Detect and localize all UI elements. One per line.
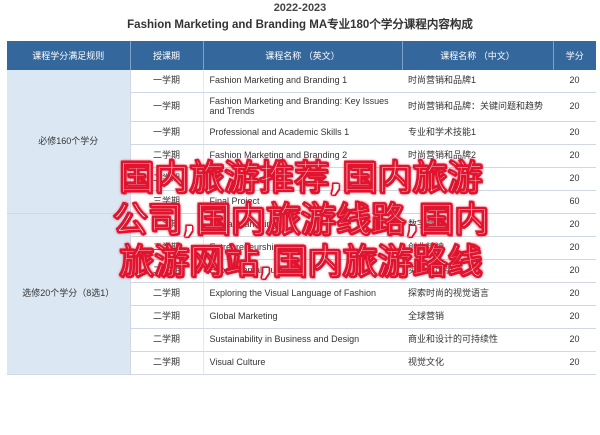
table-header-row: 课程学分满足规则 授课期 课程名称 （英文） 课程名称 （中文） 学分 [7,41,596,70]
column-header-rule: 课程学分满足规则 [7,41,130,70]
semester-cell: 二学期 [130,305,204,329]
semester-cell: 一学期 [130,92,204,122]
academic-year: 2022-2023 [273,2,327,14]
credits-cell: 20 [553,259,596,283]
credits-cell: 20 [553,351,596,375]
course-name-cn: 专业和学术技能1 [402,121,553,145]
credits-cell: 20 [553,92,596,122]
page-title: Fashion Marketing and Branding MA专业180个学… [127,19,473,31]
overlay-headline: 国内旅游推荐,国内旅游公司,国内旅游线路,国内旅游网站,国内旅游路线 [112,159,490,284]
credits-cell: 20 [553,213,596,237]
semester-cell: 二学期 [130,351,204,375]
course-name-cn: 全球营销 [402,305,553,329]
course-name-en: Exploring the Visual Language of Fashion [203,282,402,306]
course-name-en: Global Marketing [203,305,402,329]
credits-cell: 20 [553,121,596,145]
course-name-en: Professional and Academic Skills 1 [203,121,402,145]
credits-cell: 20 [553,236,596,260]
course-name-en: Fashion Marketing and Branding 1 [203,70,402,93]
credits-cell: 20 [553,70,596,93]
course-name-cn: 探索时尚的视觉语言 [402,282,553,306]
semester-cell: 一学期 [130,70,204,93]
course-name-cn: 视觉文化 [402,351,553,375]
column-header-name-en: 课程名称 （英文） [202,41,402,70]
credits-cell: 20 [553,305,596,329]
semester-cell: 二学期 [130,328,204,352]
course-name-cn: 商业和设计的可持续性 [402,328,553,352]
course-name-en: Sustainability in Business and Design [203,328,402,352]
column-header-name-cn: 课程名称 （中文） [401,41,553,70]
credits-cell: 20 [553,144,596,168]
column-header-semester: 授课期 [129,41,203,70]
semester-cell: 二学期 [130,282,204,306]
table-row: 必修160个学分 一学期 Fashion Marketing and Brand… [7,70,596,214]
course-name-en: Fashion Marketing and Branding: Key Issu… [203,92,402,122]
course-name-cn: 时尚营销和品牌1 [402,70,553,93]
credits-cell: 20 [553,282,596,306]
semester-cell: 一学期 [130,121,204,145]
column-header-credits: 学分 [552,41,596,70]
course-name-en: Visual Culture [203,351,402,375]
course-name-cn: 时尚营销和品牌：关键问题和趋势 [402,92,553,122]
credits-cell: 60 [553,190,596,214]
credits-cell: 20 [553,167,596,191]
credits-cell: 20 [553,328,596,352]
